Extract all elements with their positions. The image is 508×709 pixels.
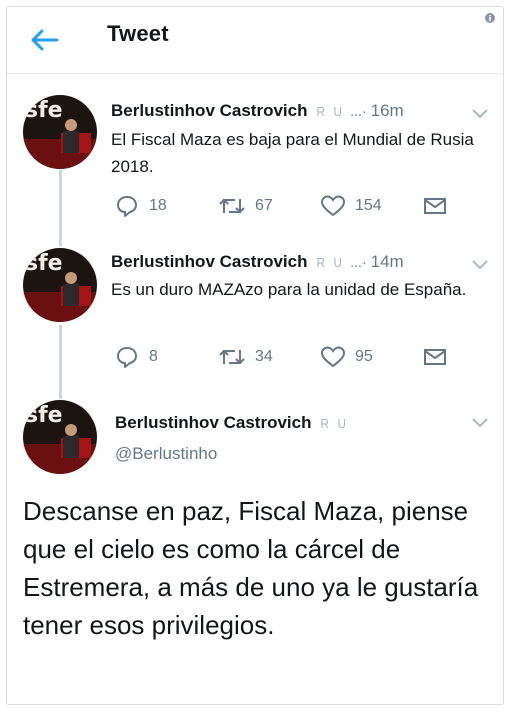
badge-u: U	[333, 104, 342, 119]
message-button[interactable]	[423, 193, 447, 219]
avatar-image: sfe	[23, 248, 97, 322]
timestamp[interactable]: 16m	[371, 101, 404, 120]
reply-icon	[117, 196, 137, 217]
back-button[interactable]	[29, 27, 59, 53]
avatar-image: sfe	[23, 400, 97, 474]
tweet-text: El Fiscal Maza es baja para el Mundial d…	[111, 130, 474, 176]
page-title: Tweet	[107, 21, 169, 46]
like-count: 95	[355, 348, 373, 365]
thread-line	[59, 325, 62, 399]
reply-count: 18	[149, 197, 167, 214]
badge-r: R	[319, 416, 329, 431]
badge-u: U	[333, 255, 342, 270]
reply-count: 8	[149, 348, 158, 365]
like-count: 154	[355, 197, 382, 214]
back-arrow-icon	[31, 29, 59, 51]
tweet-text: Es un duro MAZAzo para la unidad de Espa…	[111, 280, 467, 299]
badge-r: R	[315, 255, 325, 270]
message-icon	[424, 349, 446, 365]
author-name[interactable]: Berlustinhov Castrovich	[115, 413, 312, 432]
tweet-header: Berlustinhov Castrovich R U ...· 14m	[111, 252, 404, 276]
tweet-actions: 18 67 154	[111, 193, 451, 219]
retweet-count: 67	[255, 197, 273, 214]
thread-line	[59, 170, 62, 246]
main-tweet-text: Descanse en paz, Fiscal Maza, piense que…	[23, 496, 479, 640]
reply-icon	[117, 347, 137, 368]
retweet-count: 34	[255, 348, 273, 365]
message-button[interactable]	[423, 344, 447, 370]
like-button[interactable]: 95	[321, 344, 373, 370]
tweet-header: Berlustinhov Castrovich R U ...· 16m	[111, 101, 404, 125]
badge-u: U	[337, 416, 346, 431]
reply-button[interactable]: 18	[115, 193, 167, 219]
svg-text:sfe: sfe	[25, 98, 63, 123]
like-icon	[321, 195, 345, 217]
chevron-down-icon[interactable]	[471, 416, 489, 428]
retweet-icon	[219, 198, 245, 214]
chevron-down-icon[interactable]	[471, 258, 489, 270]
retweet-button[interactable]: 67	[219, 193, 273, 219]
chevron-down-icon[interactable]	[471, 107, 489, 119]
retweet-button[interactable]: 34	[219, 344, 273, 370]
tweet-header: Berlustinhov Castrovich R U	[115, 413, 346, 437]
avatar[interactable]: sfe	[23, 248, 97, 322]
author-handle[interactable]: @Berlustinho	[115, 444, 217, 464]
badge-r: R	[315, 104, 325, 119]
message-icon	[424, 198, 446, 214]
avatar[interactable]: sfe	[23, 400, 97, 474]
like-icon	[321, 346, 345, 368]
tweet-actions: 8 34 95	[111, 344, 451, 370]
avatar[interactable]: sfe	[23, 95, 97, 169]
avatar-image: sfe	[23, 95, 97, 169]
svg-text:sfe: sfe	[25, 251, 63, 276]
svg-text:sfe: sfe	[25, 403, 63, 428]
author-name[interactable]: Berlustinhov Castrovich	[111, 252, 308, 271]
timestamp[interactable]: 14m	[371, 252, 404, 271]
header: Tweet	[7, 7, 503, 74]
reply-button[interactable]: 8	[115, 344, 158, 370]
more-dots: ...·	[350, 103, 367, 119]
like-button[interactable]: 154	[321, 193, 382, 219]
author-name[interactable]: Berlustinhov Castrovich	[111, 101, 308, 120]
tweet-detail-panel: Tweet sfe Berlustinhov Castrovich R U ...· 1…	[6, 6, 504, 705]
retweet-icon	[219, 349, 245, 365]
more-dots: ...·	[350, 254, 367, 270]
info-icon[interactable]	[485, 13, 495, 23]
